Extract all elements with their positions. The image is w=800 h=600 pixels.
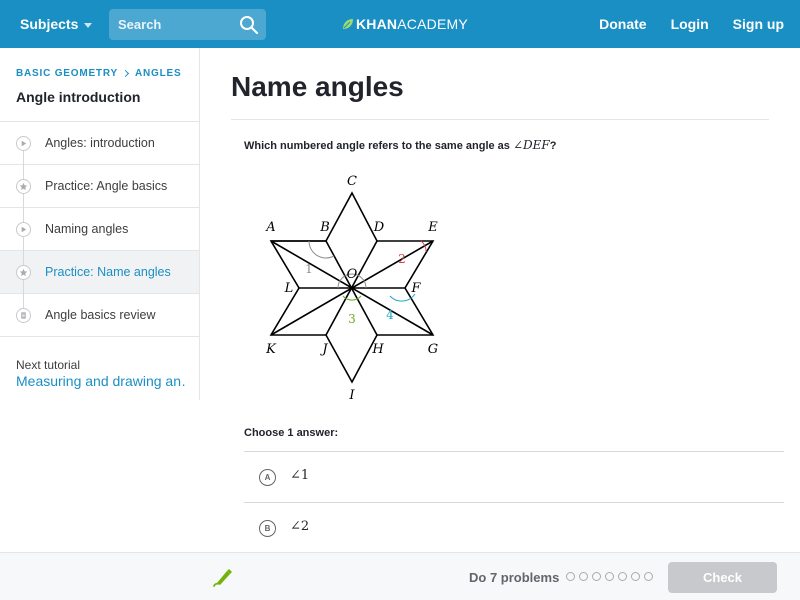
subjects-menu-button[interactable]: Subjects bbox=[20, 0, 93, 48]
sidebar-item-label: Angle basics review bbox=[45, 308, 156, 322]
tutorial-item-list: Angles: introduction Practice: Angle bas… bbox=[0, 121, 199, 337]
breadcrumb-angles[interactable]: ANGLES bbox=[135, 68, 181, 79]
point-label-k: K bbox=[265, 342, 277, 357]
check-button[interactable]: Check bbox=[668, 562, 777, 593]
footer-left-panel bbox=[0, 552, 200, 600]
scratchpad-pencil-icon[interactable] bbox=[212, 566, 234, 588]
angle-label-3: 3 bbox=[348, 312, 356, 326]
sidebar-item-practice-name-angles[interactable]: Practice: Name angles bbox=[0, 251, 199, 294]
sidebar-item-label: Naming angles bbox=[45, 222, 129, 236]
leaf-icon bbox=[343, 19, 353, 29]
title-divider bbox=[231, 119, 769, 120]
star-of-david-figure: A B C D E F G H I J K L O 1 2 3 4 bbox=[265, 174, 438, 403]
progress-dot bbox=[644, 572, 653, 581]
point-label-j: J bbox=[319, 342, 328, 357]
document-icon bbox=[16, 308, 31, 323]
search-input[interactable] bbox=[109, 9, 234, 40]
question-suffix: ? bbox=[549, 140, 557, 152]
point-label-i: I bbox=[348, 388, 355, 403]
point-label-e: E bbox=[427, 220, 438, 235]
logo-text-bold: KHAN bbox=[356, 16, 398, 32]
page-title: Name angles bbox=[231, 71, 404, 102]
choice-text-b: ∠2 bbox=[290, 519, 310, 534]
chevron-right-icon bbox=[121, 69, 129, 78]
sidebar-item-label: Practice: Angle basics bbox=[45, 179, 168, 193]
search-box bbox=[109, 9, 266, 40]
login-link[interactable]: Login bbox=[671, 16, 709, 32]
point-label-b: B bbox=[319, 220, 330, 235]
point-label-l: L bbox=[284, 281, 294, 296]
subjects-label: Subjects bbox=[20, 16, 79, 32]
tutorial-title: Angle introduction bbox=[16, 89, 141, 105]
account-nav: Donate Login Sign up bbox=[575, 0, 784, 48]
top-navigation-bar: Subjects KHANACADEMY Donate Login Sign u… bbox=[0, 0, 800, 48]
signup-link[interactable]: Sign up bbox=[733, 16, 784, 32]
star-icon bbox=[16, 179, 31, 194]
choice-text-a: ∠1 bbox=[290, 468, 310, 483]
next-tutorial-label: Next tutorial bbox=[16, 358, 81, 372]
choose-answer-label: Choose 1 answer: bbox=[244, 427, 339, 439]
progress-dot bbox=[592, 572, 601, 581]
khan-academy-logo[interactable]: KHAN ACADEMY bbox=[342, 15, 468, 33]
angle-label-2: 2 bbox=[398, 252, 406, 266]
point-label-h: H bbox=[371, 342, 384, 357]
point-label-a: A bbox=[265, 220, 275, 235]
sidebar-item-angle-basics-review[interactable]: Angle basics review bbox=[0, 294, 199, 337]
progress-dot bbox=[618, 572, 627, 581]
progress-text: Do 7 problems bbox=[469, 570, 560, 585]
next-tutorial-link[interactable]: Measuring and drawing an… bbox=[16, 373, 186, 389]
point-label-d: D bbox=[373, 220, 385, 235]
question-text: Which numbered angle refers to the same … bbox=[244, 138, 556, 152]
progress-dot bbox=[631, 572, 640, 581]
caret-down-icon bbox=[84, 22, 93, 28]
point-label-o: O bbox=[347, 267, 358, 282]
choice-letter-b: B bbox=[259, 520, 276, 537]
question-math: ∠DEF bbox=[512, 138, 550, 152]
sidebar-item-label: Practice: Name angles bbox=[45, 265, 171, 279]
star-icon bbox=[16, 265, 31, 280]
sidebar-item-naming-angles[interactable]: Naming angles bbox=[0, 208, 199, 251]
point-label-g: G bbox=[428, 342, 438, 357]
donate-link[interactable]: Donate bbox=[599, 16, 646, 32]
problem-progress-dots bbox=[566, 572, 657, 581]
answer-choice-b[interactable]: B ∠2 bbox=[244, 503, 784, 553]
breadcrumb: BASIC GEOMETRY ANGLES bbox=[16, 68, 181, 79]
progress-dot bbox=[605, 572, 614, 581]
choice-letter-a: A bbox=[259, 469, 276, 486]
search-icon[interactable] bbox=[239, 15, 259, 35]
play-icon bbox=[16, 222, 31, 237]
question-prefix: Which numbered angle refers to the same … bbox=[244, 140, 513, 152]
sidebar-item-angles-introduction[interactable]: Angles: introduction bbox=[0, 122, 199, 165]
play-icon bbox=[16, 136, 31, 151]
sidebar-item-label: Angles: introduction bbox=[45, 136, 155, 150]
angle-label-4: 4 bbox=[386, 308, 394, 322]
tutorial-sidebar: BASIC GEOMETRY ANGLES Angle introduction… bbox=[0, 48, 200, 400]
angle-label-1: 1 bbox=[305, 262, 313, 276]
breadcrumb-basic-geometry[interactable]: BASIC GEOMETRY bbox=[16, 68, 118, 79]
progress-dot bbox=[566, 572, 575, 581]
answer-choice-a[interactable]: A ∠1 bbox=[244, 452, 784, 502]
logo-text-light: ACADEMY bbox=[397, 16, 468, 32]
point-label-c: C bbox=[347, 174, 357, 189]
sidebar-item-practice-angle-basics[interactable]: Practice: Angle basics bbox=[0, 165, 199, 208]
progress-dot bbox=[579, 572, 588, 581]
point-label-f: F bbox=[410, 281, 421, 296]
